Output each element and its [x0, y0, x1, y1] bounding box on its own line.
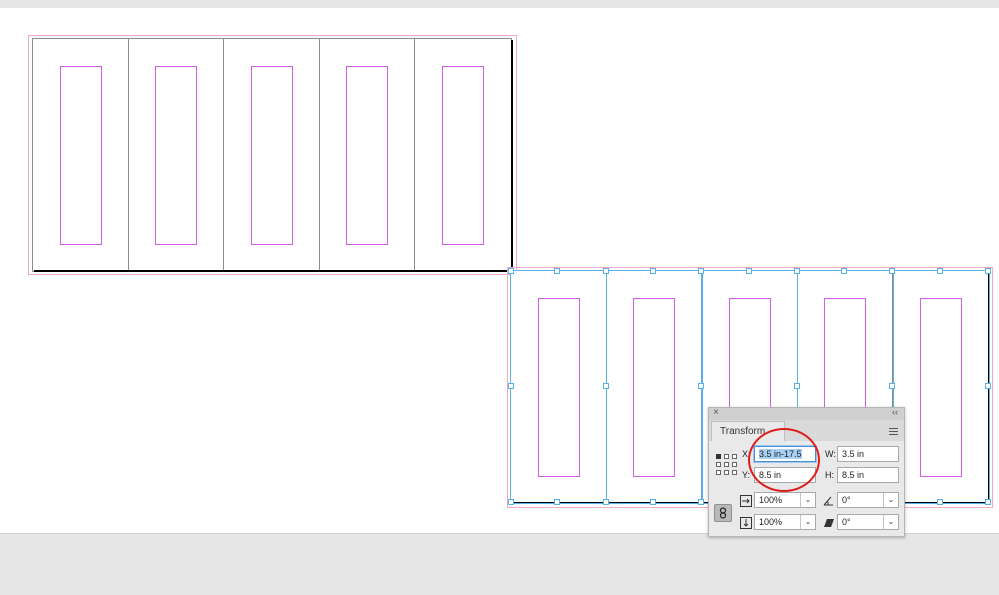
- close-icon[interactable]: ×: [713, 407, 719, 418]
- link-icon: [719, 507, 727, 519]
- resize-handle[interactable]: [650, 499, 656, 505]
- resize-handle[interactable]: [985, 499, 991, 505]
- spread-1-page-4[interactable]: [319, 38, 416, 272]
- resize-handle[interactable]: [554, 499, 560, 505]
- bottom-status-area: [0, 533, 999, 595]
- margin-guide: [60, 66, 102, 245]
- resize-handle[interactable]: [889, 268, 895, 274]
- resize-handle[interactable]: [603, 268, 609, 274]
- spread-1-shadow-bottom: [34, 270, 513, 272]
- resize-handle[interactable]: [889, 383, 895, 389]
- spread-1-page-2[interactable]: [128, 38, 225, 272]
- page-selection-frame[interactable]: [510, 270, 607, 504]
- resize-handle[interactable]: [937, 499, 943, 505]
- spread-1-page-5[interactable]: [414, 38, 512, 272]
- resize-handle[interactable]: [603, 499, 609, 505]
- width-field[interactable]: 3.5 in: [837, 446, 899, 462]
- spread-1-shadow-right: [511, 40, 513, 272]
- resize-handle[interactable]: [603, 383, 609, 389]
- y-label: Y:: [742, 470, 751, 480]
- top-toolbar-strip: [0, 0, 999, 8]
- chevron-down-icon: ⌄: [883, 493, 898, 507]
- scale-x-dropdown[interactable]: 100% ⌄: [754, 492, 816, 508]
- margin-guide: [346, 66, 388, 245]
- resize-handle[interactable]: [841, 268, 847, 274]
- w-label: W:: [825, 449, 836, 459]
- spread-1-page-3[interactable]: [223, 38, 320, 272]
- shear-icon: [824, 519, 834, 527]
- resize-handle[interactable]: [698, 499, 704, 505]
- h-label: H:: [825, 470, 834, 480]
- chevron-down-icon: ⌄: [800, 515, 815, 529]
- panel-menu-icon[interactable]: [889, 426, 898, 437]
- collapse-icon[interactable]: ‹‹: [892, 407, 898, 417]
- scale-x-icon: [740, 495, 752, 507]
- resize-handle[interactable]: [794, 268, 800, 274]
- resize-handle[interactable]: [698, 383, 704, 389]
- panel-title-bar[interactable]: × ‹‹: [709, 407, 904, 420]
- shear-value: 0°: [842, 517, 851, 527]
- resize-handle[interactable]: [508, 499, 514, 505]
- reference-point-icon[interactable]: [716, 454, 738, 476]
- resize-handle[interactable]: [650, 268, 656, 274]
- resize-handle[interactable]: [698, 268, 704, 274]
- margin-guide: [442, 66, 484, 245]
- spread-1-page-1[interactable]: [32, 38, 129, 272]
- resize-handle[interactable]: [985, 268, 991, 274]
- resize-handle[interactable]: [794, 383, 800, 389]
- margin-guide: [155, 66, 197, 245]
- scale-y-dropdown[interactable]: 100% ⌄: [754, 514, 816, 530]
- rotate-icon: [823, 496, 833, 506]
- rotation-value: 0°: [842, 495, 851, 505]
- resize-handle[interactable]: [746, 268, 752, 274]
- red-highlight-circle: [748, 428, 820, 492]
- chevron-down-icon: ⌄: [800, 493, 815, 507]
- resize-handle[interactable]: [554, 268, 560, 274]
- scale-y-icon: [740, 517, 752, 529]
- resize-handle[interactable]: [985, 383, 991, 389]
- rotation-dropdown[interactable]: 0° ⌄: [837, 492, 899, 508]
- shear-dropdown[interactable]: 0° ⌄: [837, 514, 899, 530]
- tab-transform-label: Transform: [720, 426, 766, 437]
- margin-guide: [251, 66, 293, 245]
- height-field[interactable]: 8.5 in: [837, 467, 899, 483]
- resize-handle[interactable]: [937, 268, 943, 274]
- resize-handle[interactable]: [508, 383, 514, 389]
- resize-handle[interactable]: [508, 268, 514, 274]
- page-selection-frame[interactable]: [606, 270, 703, 504]
- scale-y-value: 100%: [759, 517, 783, 527]
- scale-x-value: 100%: [759, 495, 783, 505]
- constrain-proportions-button[interactable]: [714, 504, 732, 522]
- chevron-down-icon: ⌄: [883, 515, 898, 529]
